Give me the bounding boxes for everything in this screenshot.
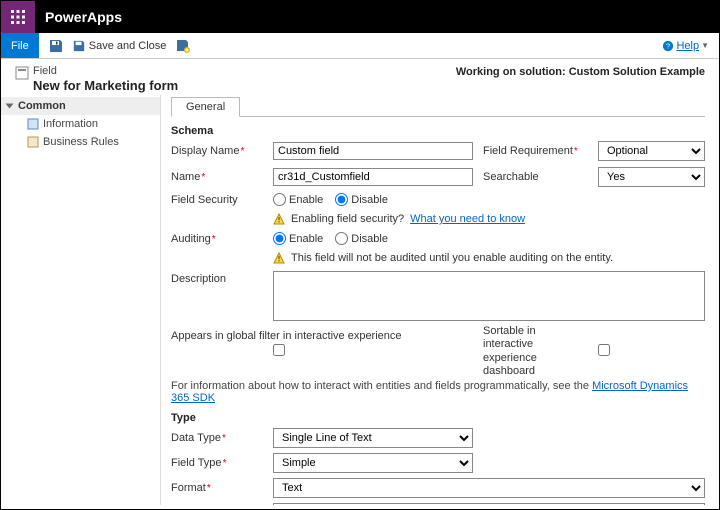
field-requirement-select[interactable]: Optional [598,141,705,161]
field-security-enable[interactable]: Enable [273,193,323,206]
page-title: New for Marketing form [33,78,456,93]
save-new-icon [176,39,190,53]
warning-icon [273,252,285,264]
field-type-label: Field Type* [171,457,263,469]
main-panel: General Schema Display Name* Field Requi… [161,95,719,505]
searchable-label: Searchable [483,171,588,183]
field-icon [15,66,29,80]
chevron-down-icon: ▼ [701,41,709,50]
appears-filter-checkbox[interactable] [273,344,285,356]
data-type-select[interactable]: Single Line of Text [273,428,473,448]
auditing-disable[interactable]: Disable [335,232,388,245]
field-type-select[interactable]: Simple [273,453,473,473]
name-input[interactable] [273,168,473,186]
sidebar-info-label: Information [43,118,98,130]
sortable-checkbox[interactable] [598,344,610,356]
auditing-note-text: This field will not be audited until you… [291,252,613,264]
schema-heading: Schema [171,125,705,137]
auditing-enable[interactable]: Enable [273,232,323,245]
breadcrumb: Field [33,65,456,77]
format-label: Format* [171,482,263,494]
display-name-label: Display Name* [171,145,263,157]
description-textarea[interactable] [273,271,705,321]
help-link[interactable]: ? Help ▼ [662,33,709,58]
help-icon: ? [662,40,674,52]
sidebar-item-common[interactable]: Common [1,97,160,115]
data-type-label: Data Type* [171,432,263,444]
appears-filter-label: Appears in global filter in interactive … [171,330,473,343]
brand-label: PowerApps [35,9,122,25]
sidebar-item-business-rules[interactable]: Business Rules [1,133,160,151]
description-label: Description [171,271,263,285]
warning-icon [273,213,285,225]
sidebar: Common Information Business Rules [1,95,161,505]
save-close-icon [73,40,85,52]
save-and-new-button[interactable] [176,39,190,53]
form-icon [27,118,39,130]
svg-text:?: ? [666,41,670,50]
app-launcher-button[interactable] [1,1,35,33]
save-and-close-button[interactable]: Save and Close [73,40,167,52]
sdk-text: For information about how to interact wi… [171,380,592,392]
field-requirement-label: Field Requirement* [483,145,588,157]
page-header: Field New for Marketing form Working on … [1,59,719,95]
format-select[interactable]: Text [273,478,705,498]
save-button[interactable] [49,39,63,53]
save-close-label: Save and Close [89,40,167,52]
security-note-text: Enabling field security? [291,213,404,225]
name-label: Name* [171,171,263,183]
sidebar-common-label: Common [18,100,66,112]
save-icon [49,39,63,53]
app-topbar: PowerApps [1,1,719,33]
file-menu-button[interactable]: File [1,33,39,58]
waffle-icon [11,10,25,24]
type-heading: Type [171,412,705,424]
sidebar-rules-label: Business Rules [43,136,119,148]
security-link[interactable]: What you need to know [410,213,525,225]
expand-icon [6,104,14,109]
rules-icon [27,136,39,148]
max-length-input[interactable] [273,503,705,505]
field-security-disable[interactable]: Disable [335,193,388,206]
auditing-label: Auditing* [171,233,263,245]
tab-strip: General [171,95,705,117]
solution-context: Working on solution: Custom Solution Exa… [456,65,705,78]
sidebar-item-information[interactable]: Information [1,115,160,133]
toolbar: File Save and Close ? Help ▼ [1,33,719,59]
display-name-input[interactable] [273,142,473,160]
searchable-select[interactable]: Yes [598,167,705,187]
sortable-label: Sortable in interactive experience dashb… [483,325,588,378]
tab-general[interactable]: General [171,97,240,117]
field-security-label: Field Security [171,194,263,206]
help-label: Help [676,40,699,52]
